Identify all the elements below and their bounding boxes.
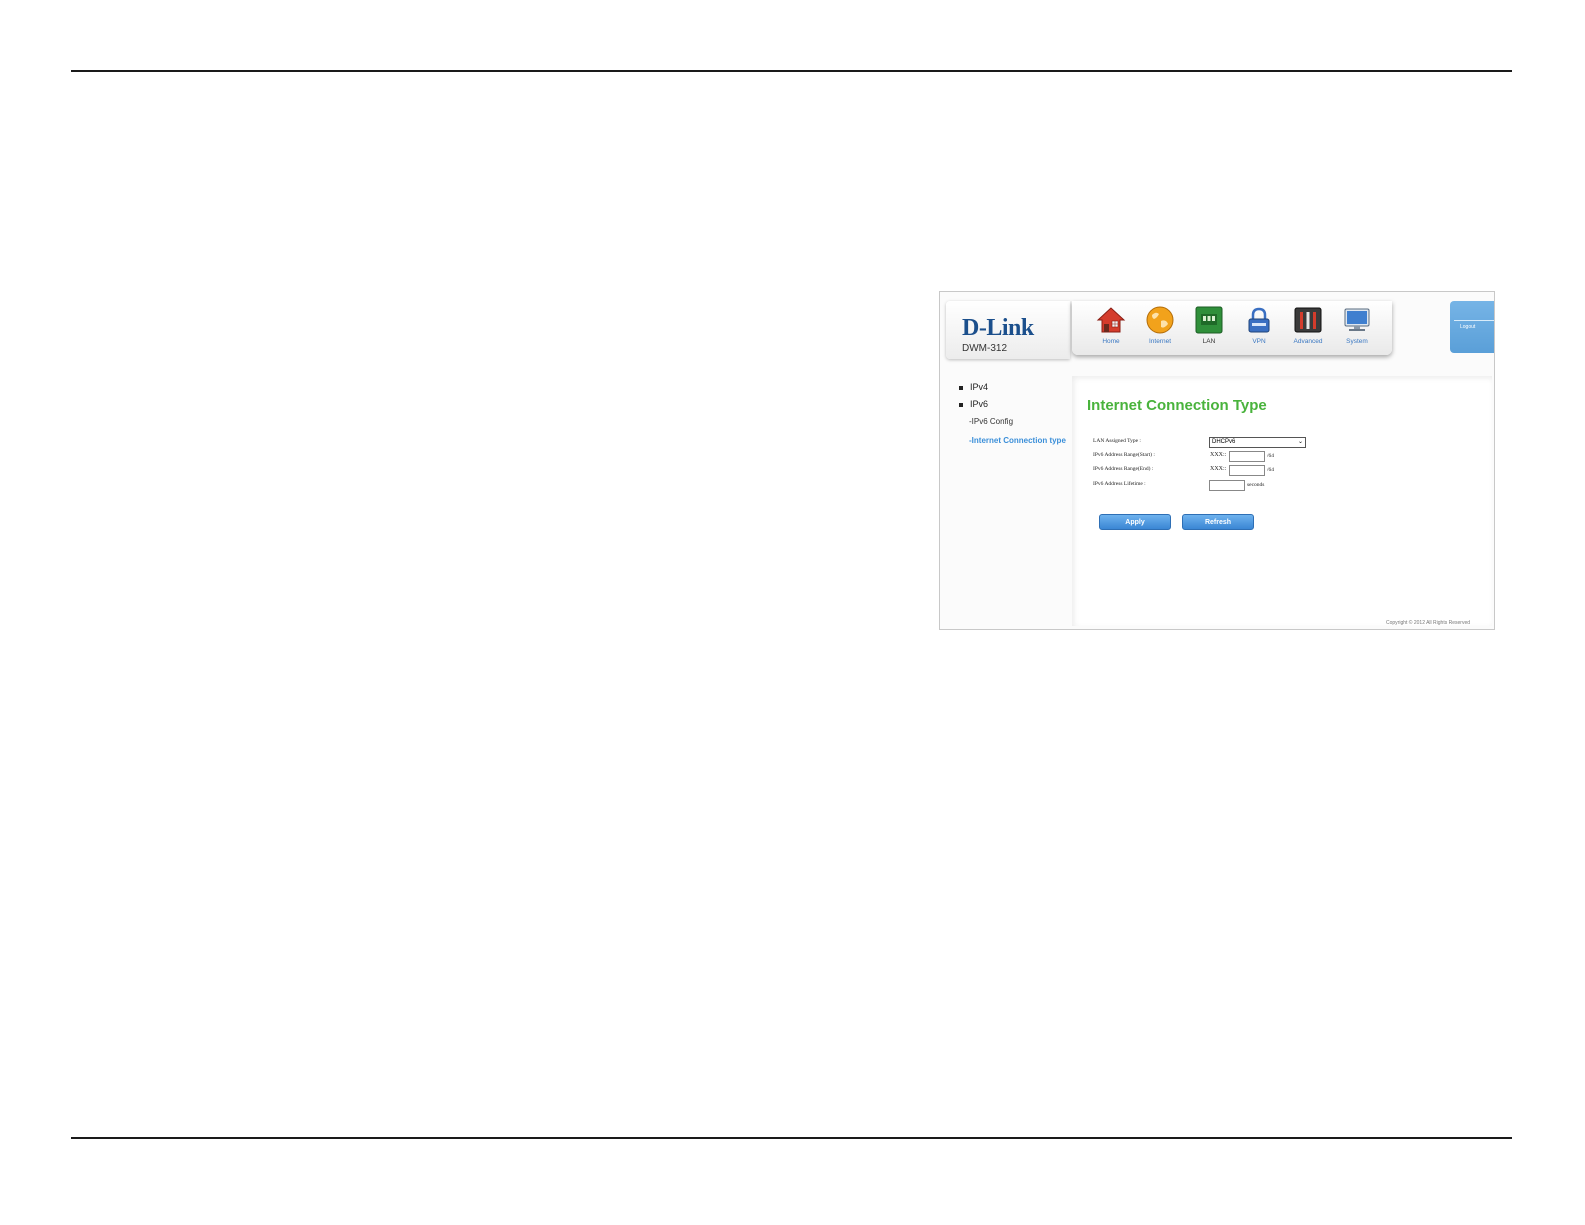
range-end-label: IPv6 Address Range(End) :	[1093, 466, 1154, 472]
device-model: DWM-312	[962, 343, 1008, 354]
nav-label: VPN	[1252, 338, 1266, 345]
tools-icon	[1294, 307, 1322, 333]
apply-button[interactable]: Apply	[1099, 514, 1171, 530]
range-start-input[interactable]	[1229, 451, 1265, 462]
nav-internet[interactable]: Internet	[1137, 305, 1183, 351]
sidebar-item-label: IPv6	[970, 399, 989, 409]
range-start-prefix: XXX::	[1210, 452, 1227, 458]
range-start-label: IPv6 Address Range(Start) :	[1093, 452, 1155, 458]
main-panel: Internet Connection Type LAN Assigned Ty…	[1072, 376, 1492, 626]
nav-label: Internet	[1148, 338, 1172, 345]
lan-type-label: LAN Assigned Type :	[1093, 438, 1141, 444]
nav-label: Home	[1102, 338, 1120, 345]
top-rule	[71, 70, 1512, 72]
refresh-button[interactable]: Refresh	[1182, 514, 1254, 530]
lan-switch-icon	[1195, 306, 1223, 334]
nav-advanced[interactable]: Advanced	[1285, 305, 1331, 351]
sidebar-subitem-ipv6-config[interactable]: -IPv6 Config	[969, 417, 1013, 426]
globe-icon	[1146, 306, 1174, 334]
sidebar-subitem-connection-type[interactable]: -Internet Connection type	[969, 436, 1066, 445]
lock-icon	[1248, 307, 1270, 333]
bottom-rule	[71, 1137, 1512, 1139]
nav-system[interactable]: System	[1334, 305, 1380, 351]
nav-label: LAN	[1202, 338, 1216, 345]
bullet-icon	[959, 402, 963, 407]
nav-vpn[interactable]: VPN	[1236, 305, 1282, 351]
lifetime-label: IPv6 Address Lifetime :	[1093, 481, 1146, 487]
nav-label: Advanced	[1293, 338, 1323, 345]
sidebar-item-label: IPv4	[970, 382, 989, 392]
copyright: Copyright © 2012 All Rights Reserved	[1386, 620, 1471, 626]
range-end-input[interactable]	[1229, 465, 1265, 476]
range-end-prefix: XXX::	[1210, 466, 1227, 472]
house-icon	[1096, 307, 1126, 333]
nav-label: System	[1346, 338, 1368, 345]
page-title: Internet Connection Type	[1087, 397, 1267, 414]
sidebar-item-ipv6[interactable]: IPv6	[959, 399, 988, 409]
range-end-suffix: /64	[1267, 467, 1275, 473]
brand-header: D-Link DWM-312	[946, 301, 1070, 359]
top-nav: Home Internet LAN VPN Advanced System	[1072, 301, 1392, 355]
dlink-logo: D-Link	[962, 315, 1034, 341]
nav-home[interactable]: Home	[1088, 305, 1134, 351]
monitor-icon	[1344, 308, 1370, 331]
nav-lan[interactable]: LAN	[1186, 305, 1232, 351]
bullet-icon	[959, 385, 963, 390]
lan-type-select[interactable]: DHCPv6 ⌄	[1209, 437, 1306, 448]
router-ui-screenshot: D-Link DWM-312 Home Internet LAN VPN Adv…	[939, 291, 1495, 630]
chevron-down-icon: ⌄	[1297, 439, 1303, 445]
sidebar-item-ipv4[interactable]: IPv4	[959, 382, 988, 392]
lan-type-value: DHCPv6	[1212, 439, 1236, 445]
logout-button[interactable]: Logout	[1450, 301, 1494, 353]
lifetime-input[interactable]	[1209, 480, 1245, 491]
logout-label: Logout	[1460, 324, 1476, 330]
logout-divider	[1454, 320, 1494, 321]
range-start-suffix: /64	[1267, 453, 1275, 459]
lifetime-unit: seconds	[1247, 482, 1265, 488]
